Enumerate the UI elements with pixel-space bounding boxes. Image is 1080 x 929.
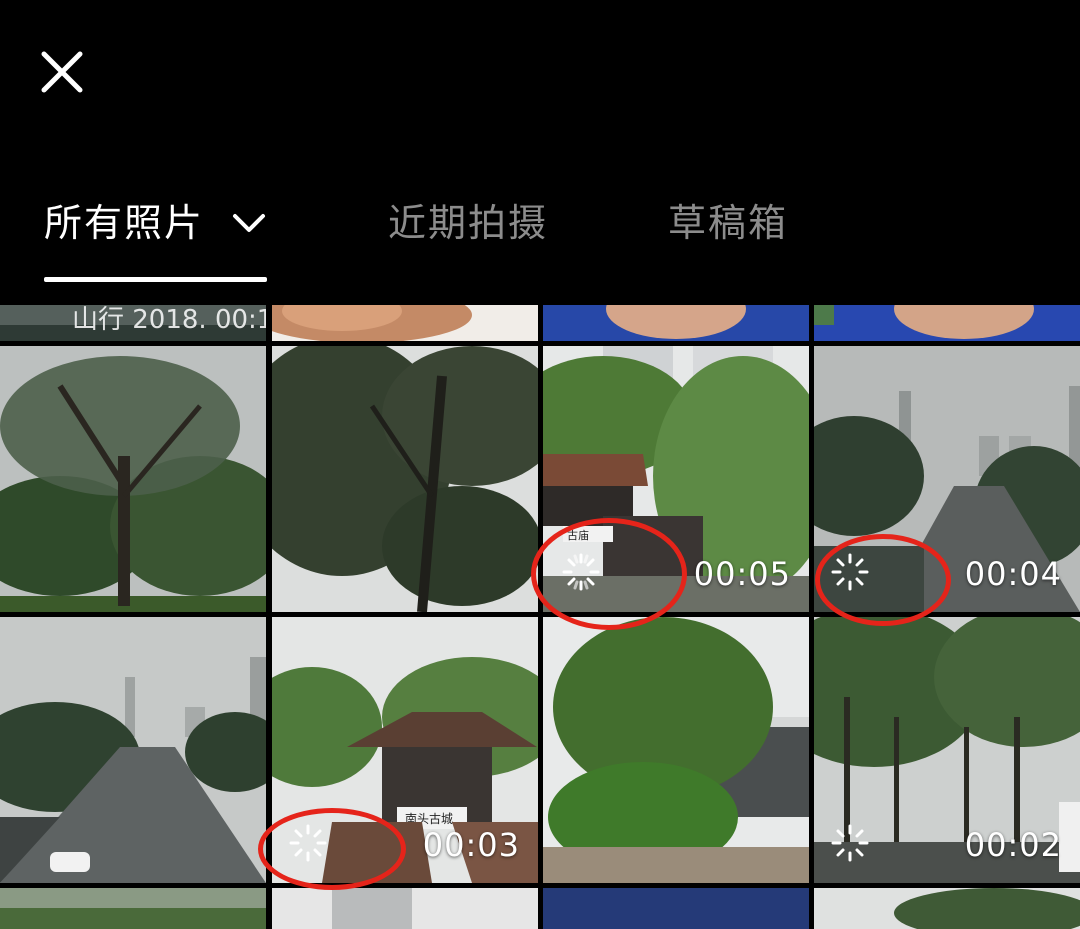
- grid-tile[interactable]: [543, 888, 809, 929]
- grid-tile[interactable]: [272, 346, 538, 612]
- photo-thumbnail: [272, 305, 538, 341]
- video-duration: 00:05: [693, 555, 791, 593]
- photo-thumbnail: [543, 305, 809, 341]
- photo-thumbnail: [0, 888, 266, 929]
- photo-thumbnail: [814, 888, 1080, 929]
- annotation-circle: [531, 518, 687, 630]
- grid-tile[interactable]: [543, 617, 809, 883]
- tab-recent[interactable]: 近期拍摄: [388, 198, 548, 248]
- tab-recent-label: 近期拍摄: [388, 201, 549, 245]
- active-tab-indicator: [44, 277, 267, 282]
- photo-thumbnail: [543, 888, 809, 929]
- tab-bar: 所有照片 近期拍摄 草稿箱: [0, 0, 1080, 300]
- grid-tile[interactable]: 00:02: [814, 617, 1080, 883]
- grid-tile[interactable]: [0, 617, 266, 883]
- tab-all-photos[interactable]: 所有照片: [44, 198, 266, 248]
- grid-tile[interactable]: [272, 305, 538, 341]
- photo-thumbnail: [814, 305, 1080, 341]
- grid-tile[interactable]: [543, 305, 809, 341]
- video-duration: 00:03: [422, 826, 520, 864]
- chevron-down-icon[interactable]: [232, 212, 266, 234]
- photo-thumbnail: [0, 617, 266, 883]
- video-duration: 00:02: [964, 826, 1062, 864]
- grid-tile[interactable]: [814, 305, 1080, 341]
- tab-all-photos-label: 所有照片: [44, 201, 205, 245]
- annotation-circle: [258, 808, 406, 890]
- partial-caption: 山行 2018. 00:10: [72, 305, 266, 335]
- photo-thumbnail: [543, 617, 809, 883]
- tab-drafts[interactable]: 草稿箱: [668, 198, 788, 248]
- grid-tile[interactable]: [814, 888, 1080, 929]
- annotation-circle: [815, 534, 951, 626]
- grid-tile[interactable]: [272, 888, 538, 929]
- grid-tile[interactable]: 山行 2018. 00:10: [0, 305, 266, 341]
- loading-spinner-icon: [831, 824, 869, 862]
- grid-tile[interactable]: [0, 888, 266, 929]
- tab-drafts-label: 草稿箱: [668, 201, 789, 245]
- photo-thumbnail: [272, 346, 538, 612]
- photo-thumbnail: [0, 346, 266, 612]
- grid-tile[interactable]: [0, 346, 266, 612]
- video-duration: 00:04: [964, 555, 1062, 593]
- photo-thumbnail: [272, 888, 538, 929]
